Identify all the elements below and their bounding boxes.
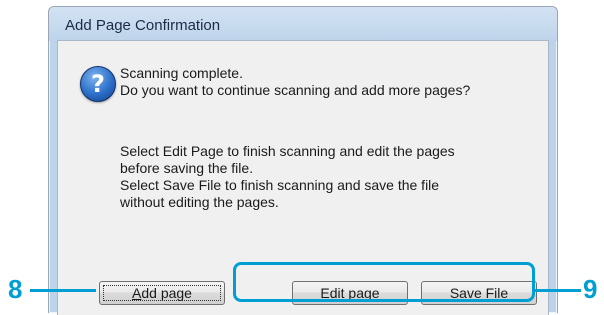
- callout-8-line: [30, 289, 96, 292]
- add-page-label: Add page: [132, 285, 192, 301]
- title-bar: Add Page Confirmation: [49, 7, 557, 41]
- highlight-box: [233, 262, 535, 302]
- info-line-3: Select Save File to finish scanning and …: [120, 177, 440, 193]
- info-line-1: Select Edit Page to finish scanning and …: [120, 143, 455, 159]
- question-glyph: ?: [91, 70, 105, 98]
- callout-9-line: [535, 289, 581, 292]
- message-line-1: Scanning complete.: [120, 65, 243, 81]
- callout-9-number: 9: [583, 274, 598, 304]
- message-line-2: Do you want to continue scanning and add…: [120, 82, 471, 98]
- dialog-title: Add Page Confirmation: [65, 17, 221, 34]
- add-page-button[interactable]: Add page: [99, 281, 225, 305]
- callout-8-number: 8: [8, 274, 23, 304]
- info-line-2: before saving the file.: [120, 160, 254, 176]
- question-icon: ?: [80, 66, 116, 102]
- info-line-4: without editing the pages.: [120, 194, 279, 210]
